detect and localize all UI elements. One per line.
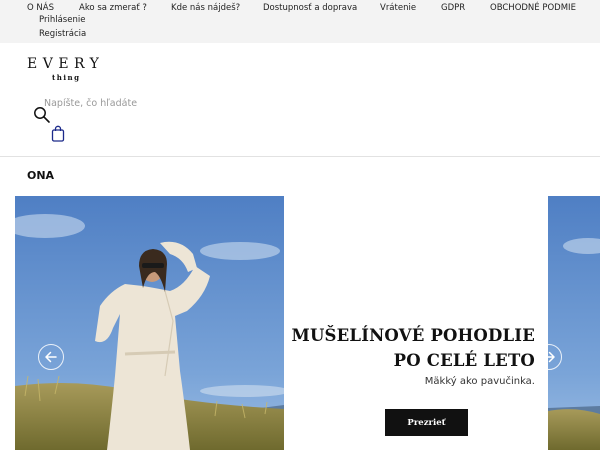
slide-headline: MUŠELÍNOVÉ POHODLIE PO CELÉ LETO — [285, 323, 535, 373]
arrow-right-icon — [543, 351, 555, 363]
carousel-next-button[interactable] — [536, 344, 562, 370]
nav-link-dostupnost-a-doprava[interactable]: Dostupnosť a doprava — [263, 3, 357, 13]
login-link[interactable]: Prihlásenie — [39, 15, 85, 25]
search-icon — [34, 107, 50, 123]
view-button[interactable]: Prezrieť — [385, 409, 468, 436]
slide-headline-line2: PO CELÉ LETO — [393, 351, 535, 370]
nav-link-vratenie[interactable]: Vrátenie — [380, 3, 416, 13]
arrow-left-icon — [45, 351, 57, 363]
slide-headline-line1: MUŠELÍNOVÉ POHODLIE — [291, 326, 535, 345]
nav-link-ako-sa-zmerat[interactable]: Ako sa zmerať ? — [79, 3, 147, 13]
search-button[interactable] — [33, 106, 51, 124]
carousel-prev-button[interactable] — [38, 344, 64, 370]
section-title: ONA — [27, 169, 55, 182]
nav-link-obchodne-podmienky[interactable]: OBCHODNÉ PODMIE — [490, 3, 576, 13]
top-bar: O NÁS Ako sa zmerať ? Kde nás nájdeš? Do… — [0, 0, 600, 43]
nav-link-gdpr[interactable]: GDPR — [441, 3, 465, 13]
search-input[interactable] — [44, 95, 344, 111]
register-link[interactable]: Registrácia — [39, 29, 86, 39]
nav-link-kde-nas-najdes[interactable]: Kde nás nájdeš? — [171, 3, 240, 13]
logo[interactable]: EVERY thing — [27, 56, 102, 86]
logo-main-text: EVERY — [27, 56, 105, 72]
slide-photo — [15, 196, 284, 450]
header-divider — [0, 156, 600, 157]
logo-sub-text: thing — [52, 73, 81, 82]
hero-carousel: MUŠELÍNOVÉ POHODLIE PO CELÉ LETO Mäkký a… — [15, 196, 600, 450]
slide-text-panel: MUŠELÍNOVÉ POHODLIE PO CELÉ LETO Mäkký a… — [284, 196, 548, 450]
slide-subtitle: Mäkký ako pavučinka. — [424, 376, 535, 387]
next-slide-preview — [548, 196, 600, 450]
cart-button[interactable] — [51, 125, 65, 142]
shopping-bag-icon — [51, 125, 65, 142]
nav-link-o-nas[interactable]: O NÁS — [27, 3, 54, 13]
